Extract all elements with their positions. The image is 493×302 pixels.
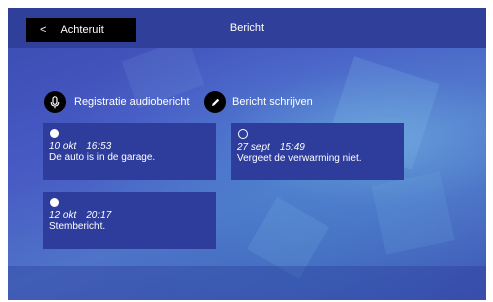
message-timestamp: 10 okt 16:53 (49, 141, 210, 152)
message-card[interactable]: 12 okt 20:17 Stembericht. (43, 192, 216, 249)
back-chevron-icon: < (40, 24, 47, 36)
microphone-icon (44, 91, 66, 113)
unread-status-icon (238, 129, 248, 139)
read-status-icon (50, 129, 59, 138)
message-text: De auto is in de garage. (49, 152, 156, 163)
intercom-screen: < Achteruit Bericht Registratie audiober… (8, 8, 486, 300)
background-decoration (371, 171, 455, 255)
message-time: 16:53 (86, 141, 112, 152)
message-date: 27 sept (237, 142, 270, 153)
back-button-label: Achteruit (60, 24, 104, 36)
back-button[interactable]: < Achteruit (26, 18, 136, 42)
write-message-button[interactable]: Bericht schrijven (204, 91, 313, 113)
message-text: Vergeet de verwarming niet. (237, 153, 362, 164)
read-status-icon (50, 198, 59, 207)
message-text: Stembericht. (49, 221, 106, 232)
record-audio-message-label: Registratie audiobericht (74, 96, 190, 108)
bottom-band (8, 266, 486, 300)
message-time: 20:17 (86, 210, 112, 221)
message-date: 12 okt (49, 210, 77, 221)
message-timestamp: 27 sept 15:49 (237, 142, 398, 153)
message-card[interactable]: 27 sept 15:49 Vergeet de verwarming niet. (231, 123, 404, 180)
message-time: 15:49 (279, 142, 305, 153)
message-date: 10 okt (49, 141, 77, 152)
message-card[interactable]: 10 okt 16:53 De auto is in de garage. (43, 123, 216, 180)
record-audio-message-button[interactable]: Registratie audiobericht (44, 91, 190, 113)
write-message-label: Bericht schrijven (232, 96, 313, 108)
message-timestamp: 12 okt 20:17 (49, 210, 210, 221)
pencil-icon (204, 91, 226, 113)
